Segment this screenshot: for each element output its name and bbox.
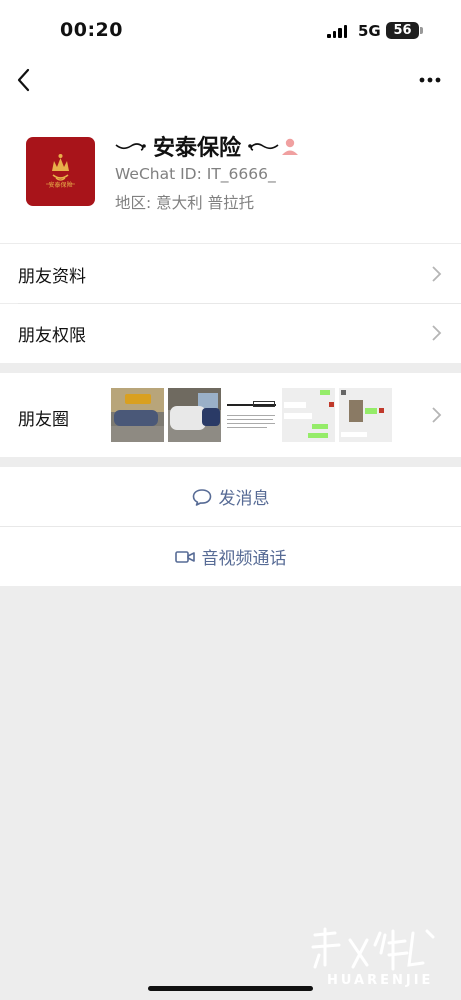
voice-video-call-button[interactable]: 音视频通话	[0, 527, 461, 586]
battery-cap	[420, 27, 423, 34]
friend-info-label: 朋友资料	[18, 267, 86, 287]
ornament-right-icon	[248, 143, 279, 151]
more-icon[interactable]	[414, 68, 446, 92]
send-message-button[interactable]: 发消息	[0, 467, 461, 526]
ornament-left-icon	[115, 143, 146, 151]
moment-thumbnail	[225, 388, 278, 442]
chat-bubble-icon	[192, 488, 211, 506]
wechat-id: WeChat ID: IT_6666_	[115, 165, 276, 183]
moments-row[interactable]: 朋友圈	[0, 373, 461, 457]
back-icon[interactable]	[14, 67, 36, 93]
chevron-right-icon	[432, 325, 442, 341]
name-row: 安泰保险	[115, 132, 279, 161]
moments-thumbnails	[111, 388, 392, 442]
profile-name: 安泰保险	[153, 136, 242, 161]
chevron-right-icon	[432, 266, 442, 282]
signal-icon	[327, 25, 347, 38]
avatar[interactable]: 安泰保险	[26, 137, 95, 206]
watermark-logo: HUARENJIE	[305, 925, 455, 995]
status-bar: 00:20 5G 56	[0, 0, 461, 60]
crown-logo-icon	[46, 154, 75, 185]
moment-thumbnail	[339, 388, 392, 442]
moments-label: 朋友圈	[18, 410, 69, 430]
nav-bar	[0, 60, 461, 110]
home-indicator	[148, 986, 313, 991]
moment-thumbnail	[168, 388, 221, 442]
friend-info-row[interactable]: 朋友资料	[0, 243, 461, 303]
friend-permissions-row[interactable]: 朋友权限	[0, 304, 461, 363]
watermark-text: HUARENJIE	[327, 973, 434, 988]
chevron-right-icon	[432, 407, 442, 423]
person-icon	[282, 138, 298, 155]
battery-icon: 56	[386, 22, 419, 39]
friend-permissions-label: 朋友权限	[18, 326, 86, 346]
send-message-label: 发消息	[218, 489, 270, 509]
profile-header: 安泰保险 安泰保险 WeChat ID: IT_6666_ 地区: 意大利 普拉…	[0, 110, 461, 243]
voice-video-call-label: 音视频通话	[201, 549, 287, 569]
avatar-text: 安泰保险	[48, 182, 73, 189]
huarenjie-logo-icon	[311, 927, 435, 971]
status-time: 00:20	[60, 19, 123, 41]
region: 地区: 意大利 普拉托	[115, 194, 255, 212]
moment-thumbnail	[111, 388, 164, 442]
moment-thumbnail	[282, 388, 335, 442]
video-camera-icon	[174, 550, 195, 563]
network-type: 5G	[358, 22, 381, 40]
